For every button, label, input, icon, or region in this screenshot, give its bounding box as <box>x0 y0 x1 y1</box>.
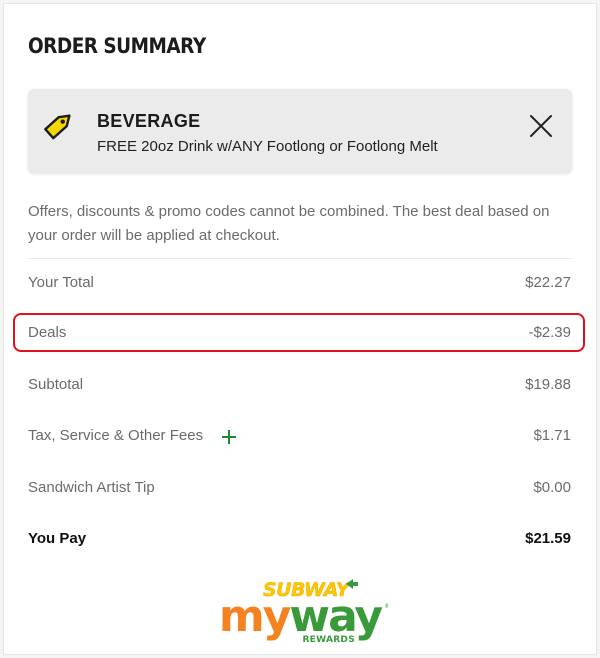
offer-title: BEVERAGE <box>97 111 201 131</box>
you-pay-value: $21.59 <box>525 530 571 547</box>
subtotal-value: $19.88 <box>525 376 571 393</box>
you-pay-label: You Pay <box>28 530 87 547</box>
tip-label: Sandwich Artist Tip <box>28 479 155 496</box>
tax-fees-label: Tax, Service & Other Fees <box>28 427 204 444</box>
close-icon[interactable] <box>528 113 554 139</box>
logo-product-text: myway <box>219 591 383 642</box>
offer-card: BEVERAGE FREE 20oz Drink w/ANY Footlong … <box>28 89 572 173</box>
deals-value: -$2.39 <box>528 324 571 341</box>
offer-description: FREE 20oz Drink w/ANY Footlong or Footlo… <box>97 138 438 155</box>
divider <box>28 258 572 259</box>
page-title: ORDER SUMMARY <box>28 34 206 58</box>
subtotal-label: Subtotal <box>28 376 84 393</box>
deals-label: Deals <box>28 324 67 341</box>
tax-fees-row: Tax, Service & Other Fees $1.71 <box>28 425 572 449</box>
tip-value: $0.00 <box>533 479 571 496</box>
subway-myway-rewards-logo: SUBWAY myway ® REWARDS <box>219 579 388 644</box>
your-total-label: Your Total <box>28 274 94 291</box>
price-tag-icon <box>44 114 71 140</box>
your-total-row: Your Total $22.27 <box>28 272 572 296</box>
subtotal-row: Subtotal $19.88 <box>28 374 572 398</box>
deals-row: Deals -$2.39 <box>28 322 572 346</box>
offer-notice: Offers, discounts & promo codes cannot b… <box>28 203 550 244</box>
you-pay-row: You Pay $21.59 <box>28 528 572 552</box>
plus-icon[interactable] <box>221 429 237 445</box>
tip-row: Sandwich Artist Tip $0.00 <box>28 477 572 501</box>
svg-text:®: ® <box>384 603 388 610</box>
tax-fees-value: $1.71 <box>533 427 571 444</box>
logo-rewards-text: REWARDS <box>302 635 355 644</box>
your-total-value: $22.27 <box>525 274 571 291</box>
logo-my: my <box>219 591 291 642</box>
